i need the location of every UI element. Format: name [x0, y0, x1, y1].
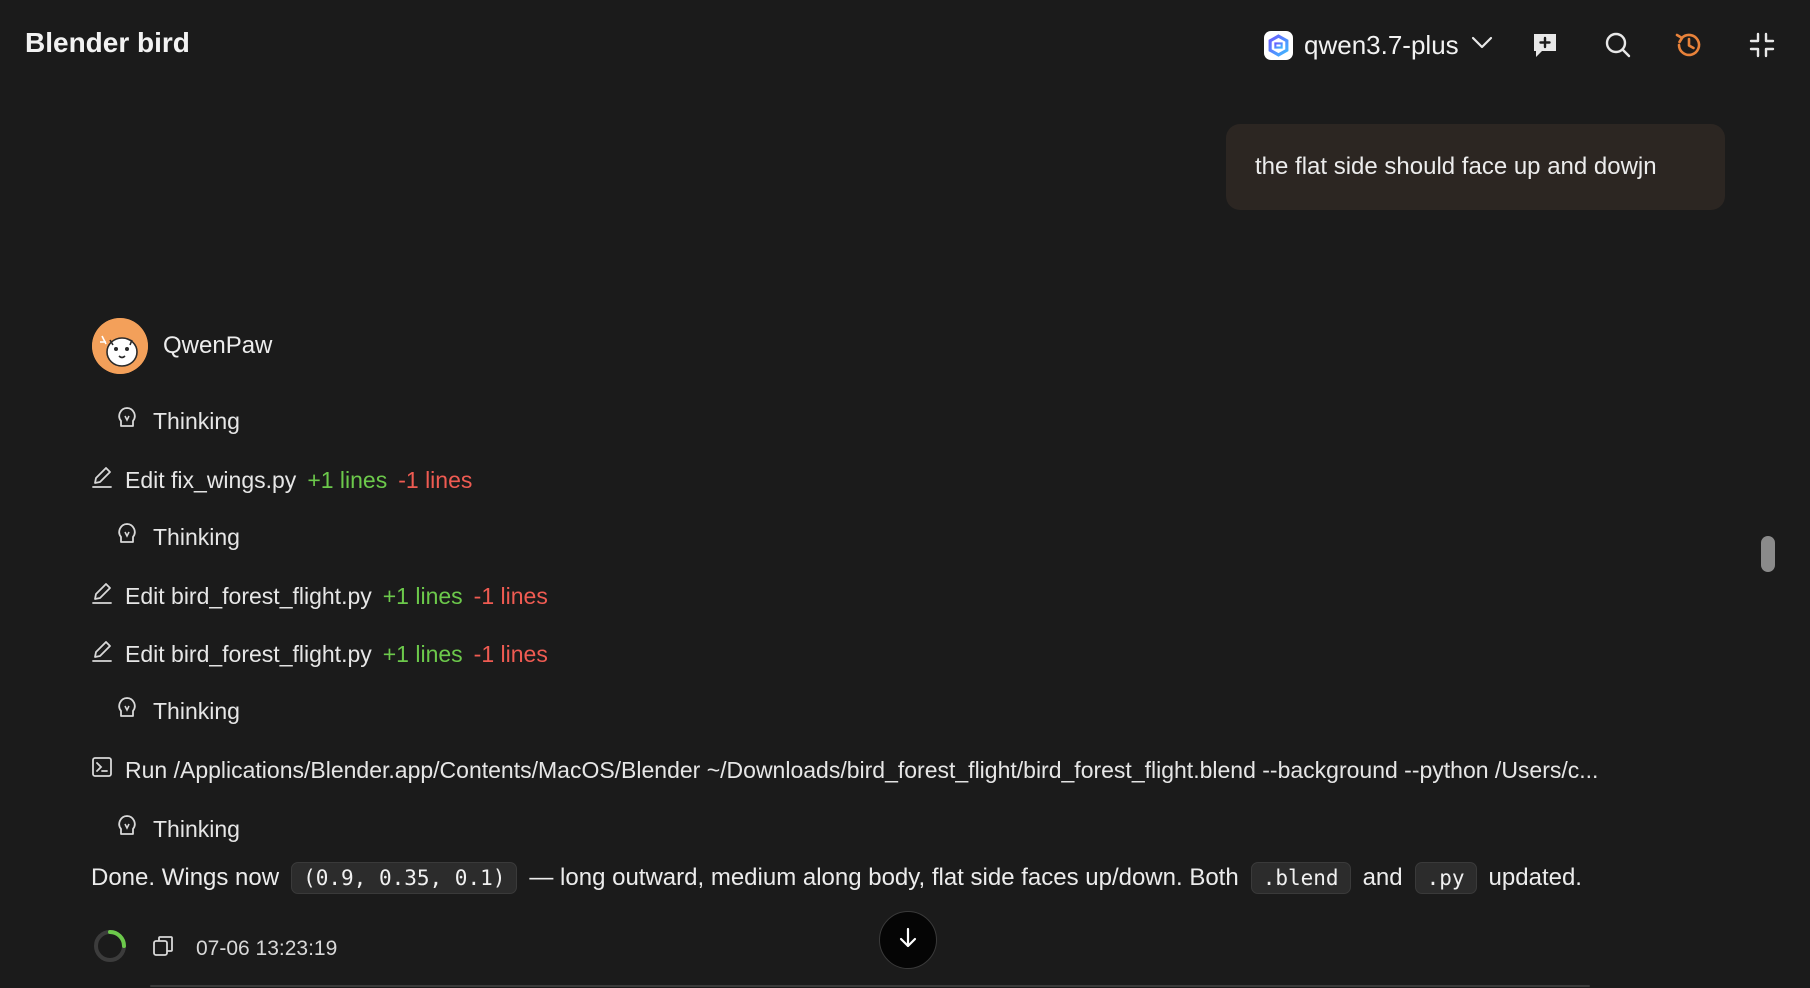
edit-step[interactable]: Edit bird_forest_flight.py +1 lines -1 l…: [91, 640, 548, 668]
scrollbar-thumb[interactable]: [1761, 536, 1775, 572]
thinking-step[interactable]: Thinking: [116, 696, 240, 726]
thinking-bulb-icon: [116, 814, 138, 844]
edit-step[interactable]: Edit bird_forest_flight.py +1 lines -1 l…: [91, 582, 548, 610]
edit-step[interactable]: Edit fix_wings.py +1 lines -1 lines: [91, 466, 472, 494]
thinking-step[interactable]: Thinking: [116, 814, 240, 844]
thinking-bulb-icon: [116, 696, 138, 726]
inline-code: (0.9, 0.35, 0.1): [291, 862, 518, 894]
final-text: and: [1362, 864, 1403, 891]
thinking-label: Thinking: [153, 697, 240, 724]
chat-window: Blender bird qwen3.7-plus the flat side …: [0, 0, 1810, 988]
thinking-label: Thinking: [153, 523, 240, 550]
thinking-bulb-icon: [116, 522, 138, 552]
loading-spinner-icon: [92, 928, 128, 970]
edit-label: Edit bird_forest_flight.py: [125, 582, 372, 609]
collapse-icon[interactable]: [1743, 26, 1781, 64]
input-area-edge: [150, 985, 1590, 987]
message-footer: 07-06 13:23:19: [92, 928, 337, 970]
search-icon[interactable]: [1599, 26, 1637, 64]
lines-removed: -1 lines: [473, 640, 548, 667]
thinking-step[interactable]: Thinking: [116, 406, 240, 436]
chevron-down-icon: [1471, 36, 1493, 55]
final-text: Done. Wings now: [91, 864, 280, 891]
thinking-label: Thinking: [153, 815, 240, 842]
edit-pencil-icon: [91, 466, 113, 494]
thinking-step[interactable]: Thinking: [116, 522, 240, 552]
lines-added: +1 lines: [382, 640, 463, 667]
message-timestamp: 07-06 13:23:19: [196, 937, 338, 960]
agent-name: QwenPaw: [163, 332, 273, 359]
conversation-title: Blender bird: [25, 27, 190, 58]
arrow-down-icon: [896, 926, 920, 955]
run-step[interactable]: Run /Applications/Blender.app/Contents/M…: [91, 756, 1721, 784]
user-message-text: the flat side should face up and dowjn: [1255, 153, 1657, 180]
edit-label: Edit fix_wings.py: [125, 466, 297, 493]
agent-avatar: [92, 318, 148, 374]
inline-code: .py: [1414, 862, 1477, 894]
scroll-to-bottom-button[interactable]: [879, 911, 937, 969]
lines-removed: -1 lines: [473, 582, 548, 609]
edit-pencil-icon: [91, 640, 113, 668]
run-command-label: Run /Applications/Blender.app/Contents/M…: [125, 756, 1599, 783]
thinking-bulb-icon: [116, 406, 138, 436]
edit-label: Edit bird_forest_flight.py: [125, 640, 372, 667]
terminal-icon: [91, 756, 113, 784]
header: Blender bird qwen3.7-plus: [0, 0, 1810, 90]
final-text: updated.: [1488, 864, 1582, 891]
model-selector[interactable]: qwen3.7-plus: [1264, 27, 1493, 63]
model-name: qwen3.7-plus: [1304, 29, 1459, 60]
edit-pencil-icon: [91, 582, 113, 610]
copy-icon[interactable]: [152, 935, 174, 963]
lines-removed: -1 lines: [398, 466, 473, 493]
lines-added: +1 lines: [382, 582, 463, 609]
final-message: Done. Wings now (0.9, 0.35, 0.1) — long …: [91, 862, 1582, 894]
inline-code: .blend: [1250, 862, 1351, 894]
user-message-bubble: the flat side should face up and dowjn: [1226, 124, 1725, 210]
final-text: — long outward, medium along body, flat …: [529, 864, 1239, 891]
model-logo-icon: [1264, 30, 1293, 60]
lines-added: +1 lines: [307, 466, 388, 493]
new-chat-icon[interactable]: [1526, 26, 1564, 64]
thinking-label: Thinking: [153, 407, 240, 434]
history-icon[interactable]: [1670, 26, 1708, 64]
